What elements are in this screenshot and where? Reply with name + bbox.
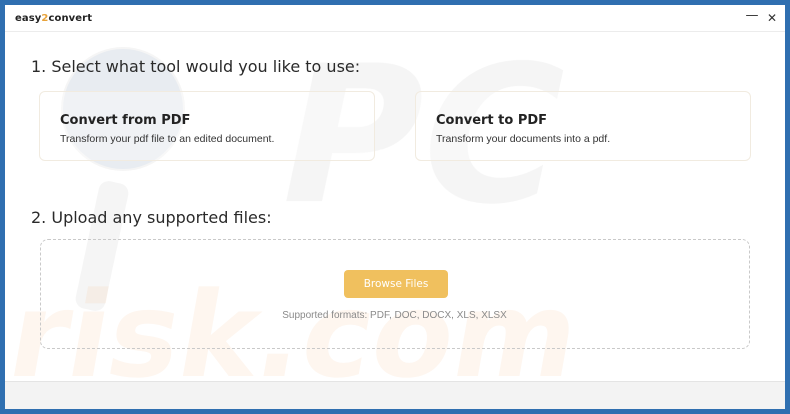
card-description: Transform your pdf file to an edited doc… <box>60 133 275 145</box>
app-window: easy2convert — ✕ PC risk.com 1. Select w… <box>5 5 785 409</box>
card-title: Convert from PDF <box>60 113 191 128</box>
convert-from-pdf-card[interactable]: Convert from PDF Transform your pdf file… <box>39 91 375 161</box>
browse-files-button[interactable]: Browse Files <box>344 270 448 298</box>
close-button[interactable]: ✕ <box>763 9 781 27</box>
footer-bar <box>5 381 785 409</box>
minimize-button[interactable]: — <box>743 7 761 25</box>
file-dropzone[interactable]: Browse Files Supported formats: PDF, DOC… <box>40 239 750 349</box>
supported-formats-text: Supported formats: PDF, DOC, DOCX, XLS, … <box>282 310 507 321</box>
card-title: Convert to PDF <box>436 113 548 128</box>
card-description: Transform your documents into a pdf. <box>436 133 611 145</box>
step1-heading: 1. Select what tool would you like to us… <box>31 57 361 76</box>
title-bar: easy2convert — ✕ <box>5 5 785 32</box>
convert-to-pdf-card[interactable]: Convert to PDF Transform your documents … <box>415 91 751 161</box>
step2-heading: 2. Upload any supported files: <box>31 208 272 227</box>
app-title: easy2convert <box>15 13 93 24</box>
